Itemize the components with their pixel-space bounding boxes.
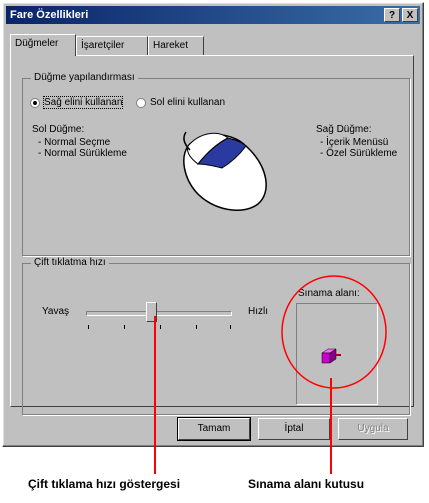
tab-buttons[interactable]: Düğmeler	[10, 34, 76, 56]
annotation-overlay	[154, 275, 387, 474]
test-caption: Sınama alanı kutusu	[248, 477, 365, 491]
test-area-circle	[281, 275, 387, 389]
speed-caption: Çift tıklama hızı göstergesi	[28, 477, 181, 491]
